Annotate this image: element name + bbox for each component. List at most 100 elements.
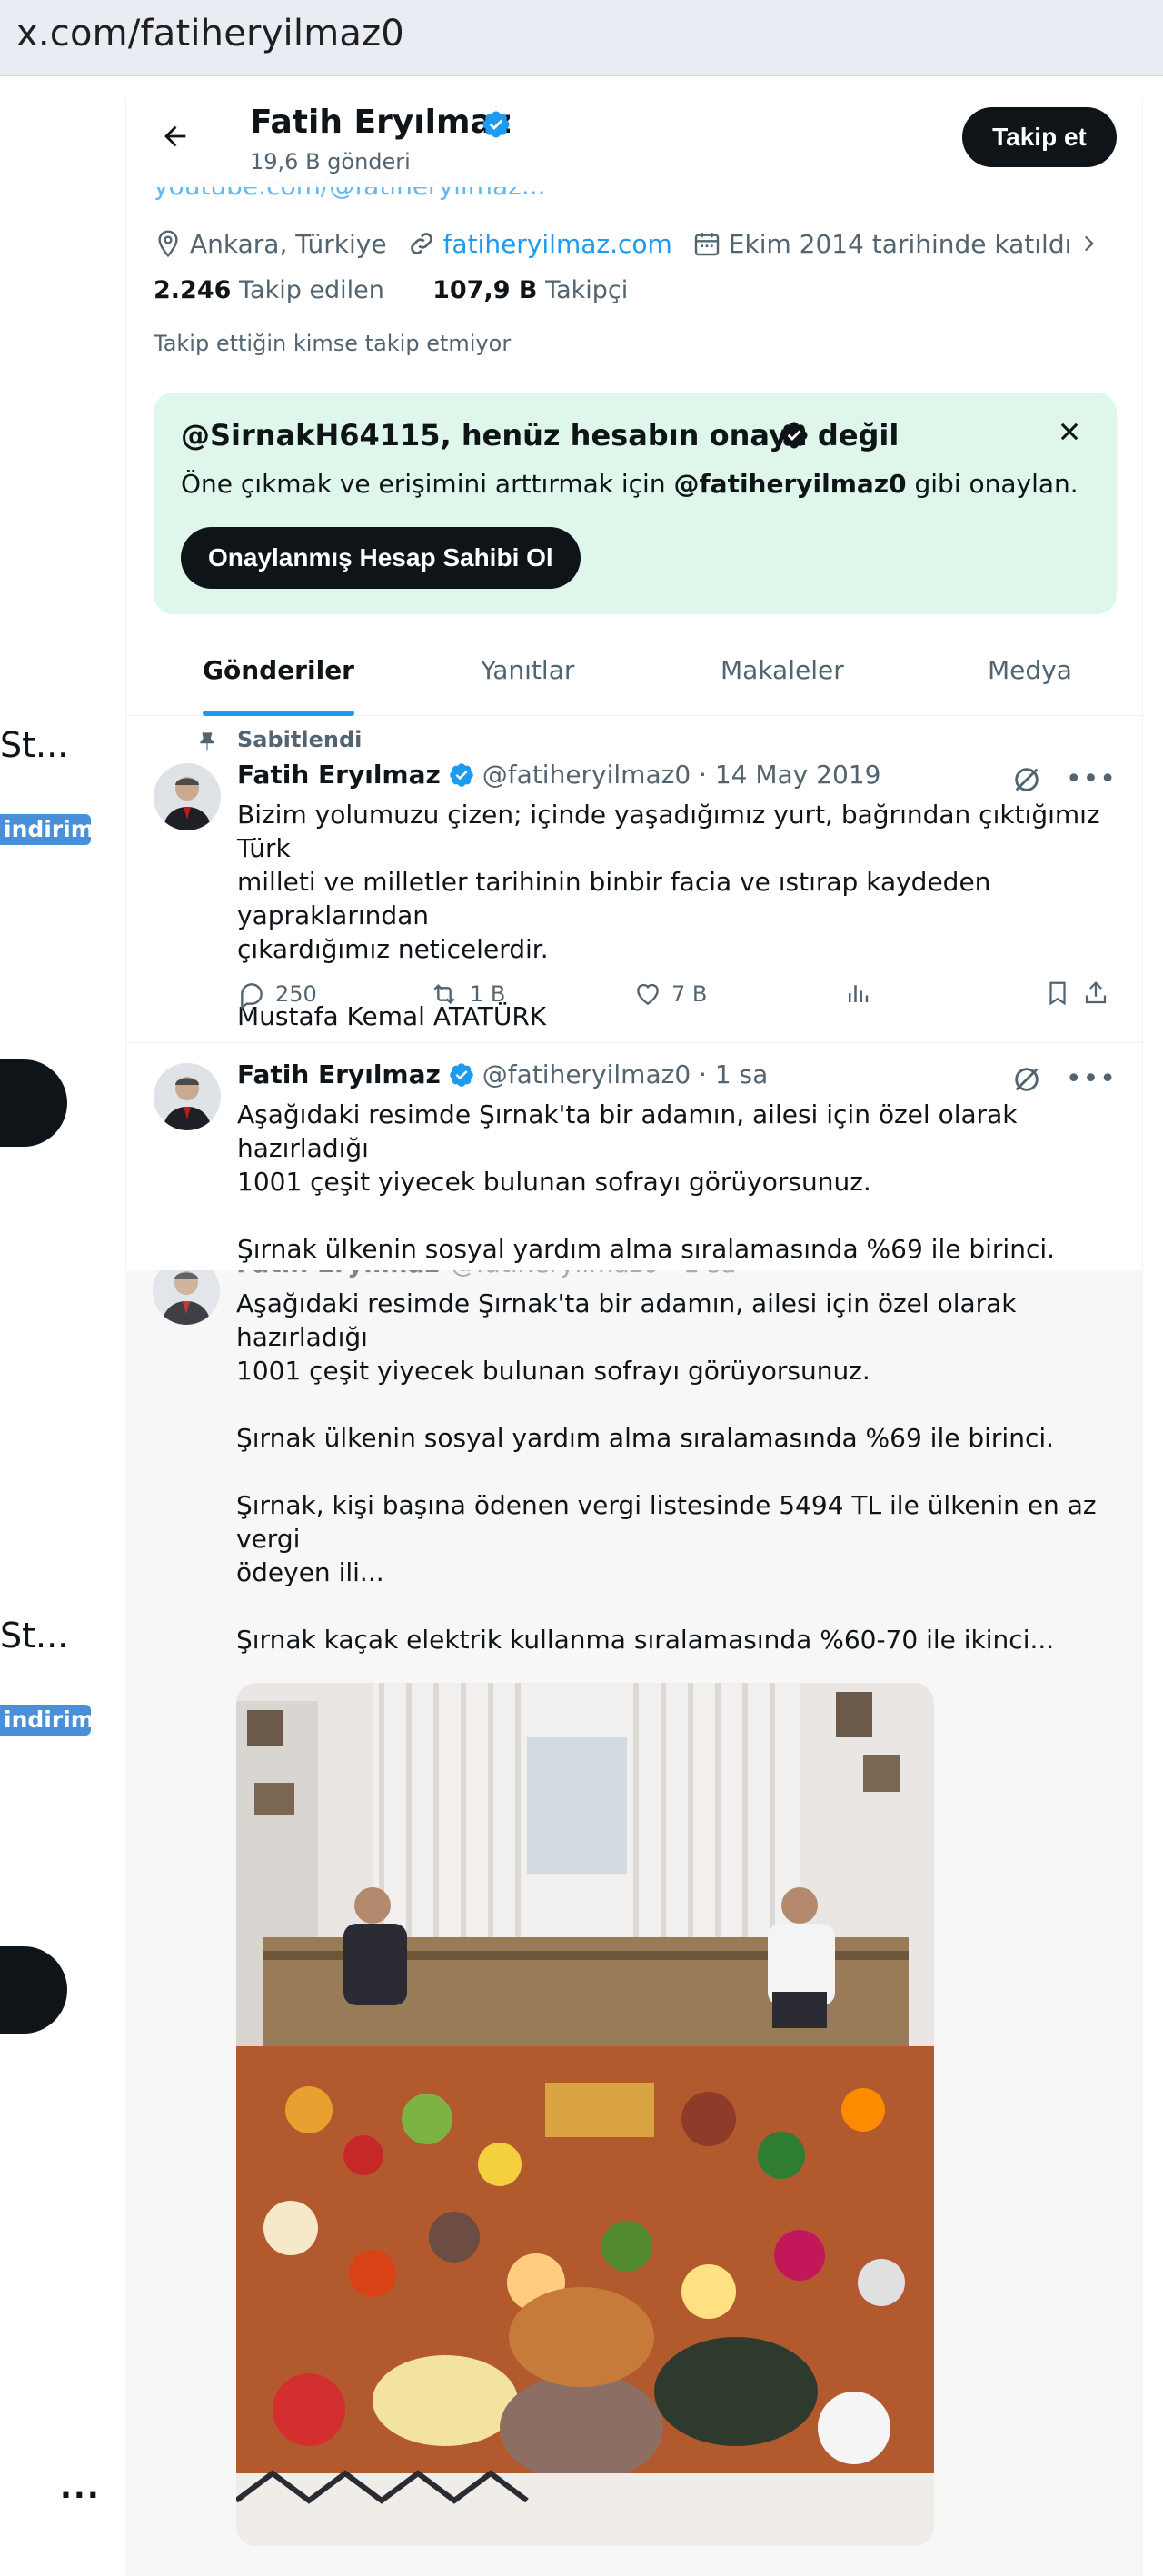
reply-count: 250 bbox=[275, 981, 317, 1007]
tweet-line: milleti ve milletler tarihinin binbir fa… bbox=[237, 867, 991, 930]
tab-media[interactable]: Medya bbox=[988, 629, 1072, 716]
tweet-line: Aşağıdaki resimde Şırnak'ta bir adamın, … bbox=[237, 1099, 1018, 1163]
bookmark-button[interactable] bbox=[1044, 980, 1080, 1007]
followers-count: 107,9 B bbox=[432, 276, 538, 304]
tweet-text: Aşağıdaki resimde Şırnak'ta bir adamın, … bbox=[237, 1098, 1109, 1266]
avatar[interactable] bbox=[153, 1270, 220, 1325]
tweet-line: Bizim yolumuzu çizen; içinde yaşadığımız… bbox=[237, 800, 1100, 863]
tweet-header: Fatih Eryılmaz @fatiheryilmaz0 · 1 sa bbox=[237, 1059, 768, 1089]
following-count: 2.246 bbox=[154, 276, 232, 304]
tweet-header: Fatih Eryılmaz @fatiheryilmaz0 · 14 May … bbox=[237, 760, 880, 790]
profile-meta: Ankara, Türkiye fatiheryilmaz.com Ekim 2… bbox=[154, 225, 1120, 262]
tweet-line bbox=[236, 1387, 1108, 1421]
profile-name: Fatih Eryılmaz bbox=[250, 104, 512, 141]
tweet-line: 1001 çeşit yiyecek bulunan sofrayı görüy… bbox=[237, 1167, 871, 1197]
tweet-line: Aşağıdaki resimde Şırnak'ta bir adamın, … bbox=[236, 1288, 1017, 1352]
tweet-tools: ••• bbox=[1011, 1063, 1117, 1095]
profile-column: Fatih Eryılmaz 19,6 B gönderi Takip et y… bbox=[125, 98, 1143, 1270]
verification-promo: @SirnakH64115, henüz hesabın onaylı deği… bbox=[154, 393, 1117, 614]
followers-label: Takipçi bbox=[545, 276, 629, 304]
author-name[interactable]: Fatih Eryılmaz bbox=[237, 760, 441, 790]
left-snippet-text: St... bbox=[0, 725, 69, 765]
tweet-line: 1001 çeşit yiyecek bulunan sofrayı görüy… bbox=[236, 1356, 870, 1386]
author-name[interactable]: Fatih Eryılmaz bbox=[236, 1270, 440, 1278]
repost-icon bbox=[433, 983, 455, 1005]
join-date: Ekim 2014 tarihinde katıldı bbox=[692, 229, 1101, 259]
pin-icon bbox=[200, 732, 214, 751]
left-snippet-text: St... bbox=[0, 1616, 69, 1656]
tweet-text: Aşağıdaki resimde Şırnak'ta bir adamın, … bbox=[236, 1287, 1108, 1724]
promo-text-before: Öne çıkmak ve erişimini arttırmak için bbox=[181, 469, 674, 499]
repost-button[interactable]: 1 B bbox=[428, 980, 505, 1009]
follow-stats: 2.246 Takip edilen 107,9 B Takipçi bbox=[154, 276, 628, 304]
tweet-photo[interactable] bbox=[236, 1683, 934, 2546]
share-icon bbox=[1085, 981, 1107, 1004]
views-button[interactable] bbox=[844, 980, 880, 1007]
profile-tabs: Gönderiler Yanıtlar Makaleler Medya bbox=[126, 629, 1142, 716]
tab-label: Makaleler bbox=[721, 655, 844, 685]
tweet-tools: ••• bbox=[1011, 763, 1117, 795]
pinned-label: Sabitlendi bbox=[200, 727, 362, 752]
author-name[interactable]: Fatih Eryılmaz bbox=[237, 1059, 441, 1089]
address-bar[interactable]: x.com/fatiheryilmaz0 bbox=[0, 0, 1163, 76]
reply-icon bbox=[241, 983, 263, 1009]
left-dark-button[interactable] bbox=[0, 1946, 67, 2034]
tweet-line: Şırnak ülkenin sosyal yardım alma sırala… bbox=[236, 1423, 1055, 1453]
like-icon bbox=[637, 983, 659, 1006]
address-url[interactable]: x.com/fatiheryilmaz0 bbox=[16, 13, 404, 55]
verified-badge-icon bbox=[481, 109, 512, 144]
tab-articles[interactable]: Makaleler bbox=[721, 629, 844, 716]
follow-button[interactable]: Takip et bbox=[962, 107, 1117, 167]
bookmark-icon bbox=[1049, 981, 1066, 1006]
get-verified-button[interactable]: Onaylanmış Hesap Sahibi Ol bbox=[181, 527, 581, 589]
like-count: 7 B bbox=[671, 981, 708, 1007]
like-button[interactable]: 7 B bbox=[633, 980, 707, 1009]
tab-posts[interactable]: Gönderiler bbox=[203, 629, 354, 716]
website-link[interactable]: fatiheryilmaz.com bbox=[443, 229, 672, 259]
reply-button[interactable]: 250 bbox=[237, 980, 317, 1009]
close-icon[interactable] bbox=[1049, 414, 1089, 454]
grok-icon[interactable] bbox=[1011, 764, 1042, 795]
avatar[interactable] bbox=[154, 763, 221, 830]
more-icon[interactable]: ••• bbox=[1066, 763, 1117, 795]
verified-badge-icon bbox=[779, 420, 810, 454]
author-handle-time[interactable]: @fatiheryilmaz0 · 1 sa bbox=[482, 1059, 769, 1089]
share-button[interactable] bbox=[1082, 980, 1118, 1007]
views-icon bbox=[849, 985, 869, 1002]
author-handle-time[interactable]: @fatiheryilmaz0 · 14 May 2019 bbox=[482, 760, 881, 790]
tweet-line: çıkardığımız neticelerdir. bbox=[237, 934, 549, 964]
location-icon bbox=[158, 230, 178, 258]
tweet-line: ödeyen ili... bbox=[236, 1557, 384, 1587]
followers-link[interactable]: 107,9 B Takipçi bbox=[432, 276, 628, 304]
tweet-line bbox=[236, 1455, 1108, 1488]
verified-badge-icon bbox=[449, 762, 473, 787]
discount-badge: indirim bbox=[0, 814, 94, 845]
avatar[interactable] bbox=[154, 1063, 221, 1130]
more-icon[interactable]: ... bbox=[60, 2470, 101, 2506]
posts-count: 19,6 B gönderi bbox=[250, 149, 411, 174]
promo-text: Öne çıkmak ve erişimini arttırmak için @… bbox=[181, 469, 1079, 499]
following-link[interactable]: 2.246 Takip edilen bbox=[154, 276, 384, 304]
left-background-column: St... indirim St... indirim ... bbox=[0, 98, 125, 2576]
pinned-tweet[interactable]: Sabitlendi Fatih Eryılmaz @fatiheryilmaz… bbox=[126, 716, 1142, 1043]
location-text: Ankara, Türkiye bbox=[190, 228, 387, 259]
back-arrow-icon[interactable] bbox=[154, 118, 197, 162]
expanded-tweet[interactable]: Fatih Eryılmaz @fatiheryilmaz0 · 1 sa Aş… bbox=[125, 1270, 1143, 2576]
website[interactable]: fatiheryilmaz.com bbox=[407, 229, 672, 259]
more-icon[interactable]: ••• bbox=[1066, 1063, 1117, 1095]
tab-replies[interactable]: Yanıtlar bbox=[481, 629, 574, 716]
tab-label: Yanıtlar bbox=[481, 655, 575, 685]
tweet[interactable]: Fatih Eryılmaz @fatiheryilmaz0 · 1 sa ••… bbox=[126, 1043, 1142, 1270]
link-icon bbox=[410, 233, 432, 254]
tweet-line: Şırnak, kişi başına ödenen vergi listesi… bbox=[236, 1490, 1097, 1554]
tweet-line: Şırnak kaçak elektrik kullanma sıralamas… bbox=[236, 1625, 1055, 1655]
discount-badge: indirim bbox=[0, 1705, 94, 1736]
author-handle-time[interactable]: @fatiheryilmaz0 · 1 sa bbox=[451, 1270, 737, 1278]
grok-icon[interactable] bbox=[1011, 1064, 1042, 1095]
tweet-line bbox=[237, 1198, 1109, 1232]
food-spread-image bbox=[236, 1683, 934, 2546]
tab-label: Gönderiler bbox=[203, 655, 354, 685]
tweet-line bbox=[236, 1589, 1108, 1623]
left-dark-button[interactable] bbox=[0, 1059, 67, 1147]
chevron-right-icon[interactable] bbox=[1077, 229, 1100, 258]
